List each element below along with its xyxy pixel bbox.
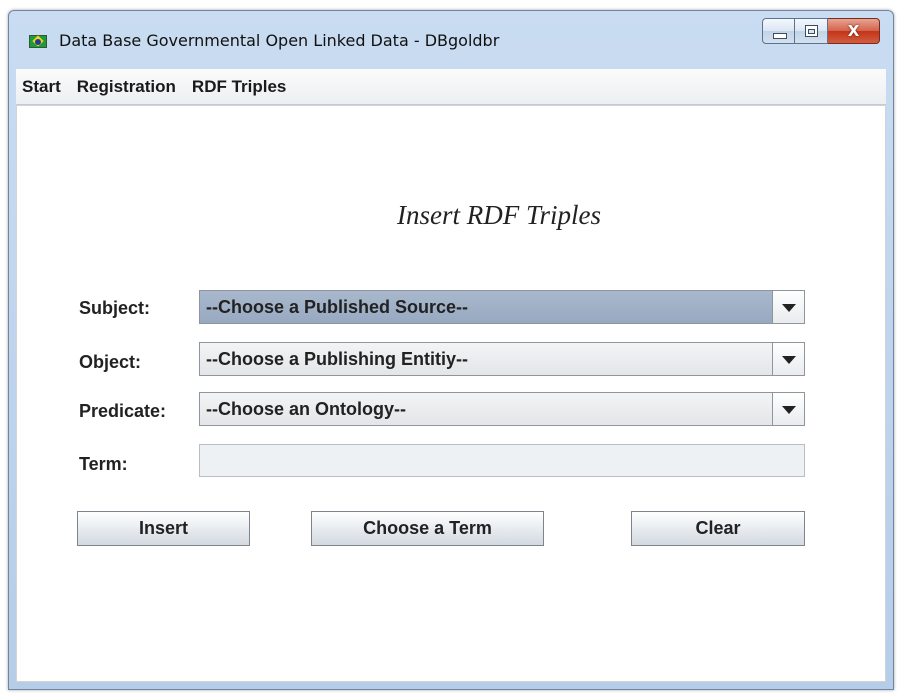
choose-term-button[interactable]: Choose a Term [311,511,544,546]
minimize-icon [773,33,787,39]
insert-button[interactable]: Insert [77,511,250,546]
chevron-down-icon[interactable] [772,393,804,425]
menu-bar: Start Registration RDF Triples [16,69,886,105]
application-window: Data Base Governmental Open Linked Data … [8,10,894,690]
brazil-flag-icon [29,35,47,48]
window-title: Data Base Governmental Open Linked Data … [59,31,500,50]
close-button[interactable]: X [828,18,880,44]
menu-registration[interactable]: Registration [71,77,186,97]
chevron-down-icon[interactable] [772,291,804,323]
clear-button[interactable]: Clear [631,511,805,546]
close-icon: X [847,22,860,40]
predicate-dropdown[interactable]: --Choose an Ontology-- [199,392,805,426]
subject-dropdown[interactable]: --Choose a Published Source-- [199,290,805,324]
term-label: Term: [79,454,128,474]
form-heading: Insert RDF Triples [396,200,601,230]
maximize-button[interactable] [795,18,828,44]
term-field[interactable] [199,444,805,477]
chevron-down-icon[interactable] [772,343,804,375]
title-bar[interactable]: Data Base Governmental Open Linked Data … [9,11,893,69]
menu-rdf-triples[interactable]: RDF Triples [186,77,296,97]
flag-globe [35,39,41,45]
predicate-label: Predicate: [79,401,167,421]
menu-start[interactable]: Start [16,77,71,97]
object-dropdown-value: --Choose a Publishing Entitiy-- [206,348,468,369]
maximize-icon [805,25,818,37]
caption-buttons: X [762,18,880,46]
object-label: Object: [79,352,142,372]
object-dropdown[interactable]: --Choose a Publishing Entitiy-- [199,342,805,376]
form-panel: Insert RDF Triples Subject: --Choose a P… [16,105,886,682]
minimize-button[interactable] [762,18,795,44]
subject-label: Subject: [79,298,151,318]
predicate-dropdown-value: --Choose an Ontology-- [206,398,406,419]
subject-dropdown-value: --Choose a Published Source-- [206,296,469,317]
